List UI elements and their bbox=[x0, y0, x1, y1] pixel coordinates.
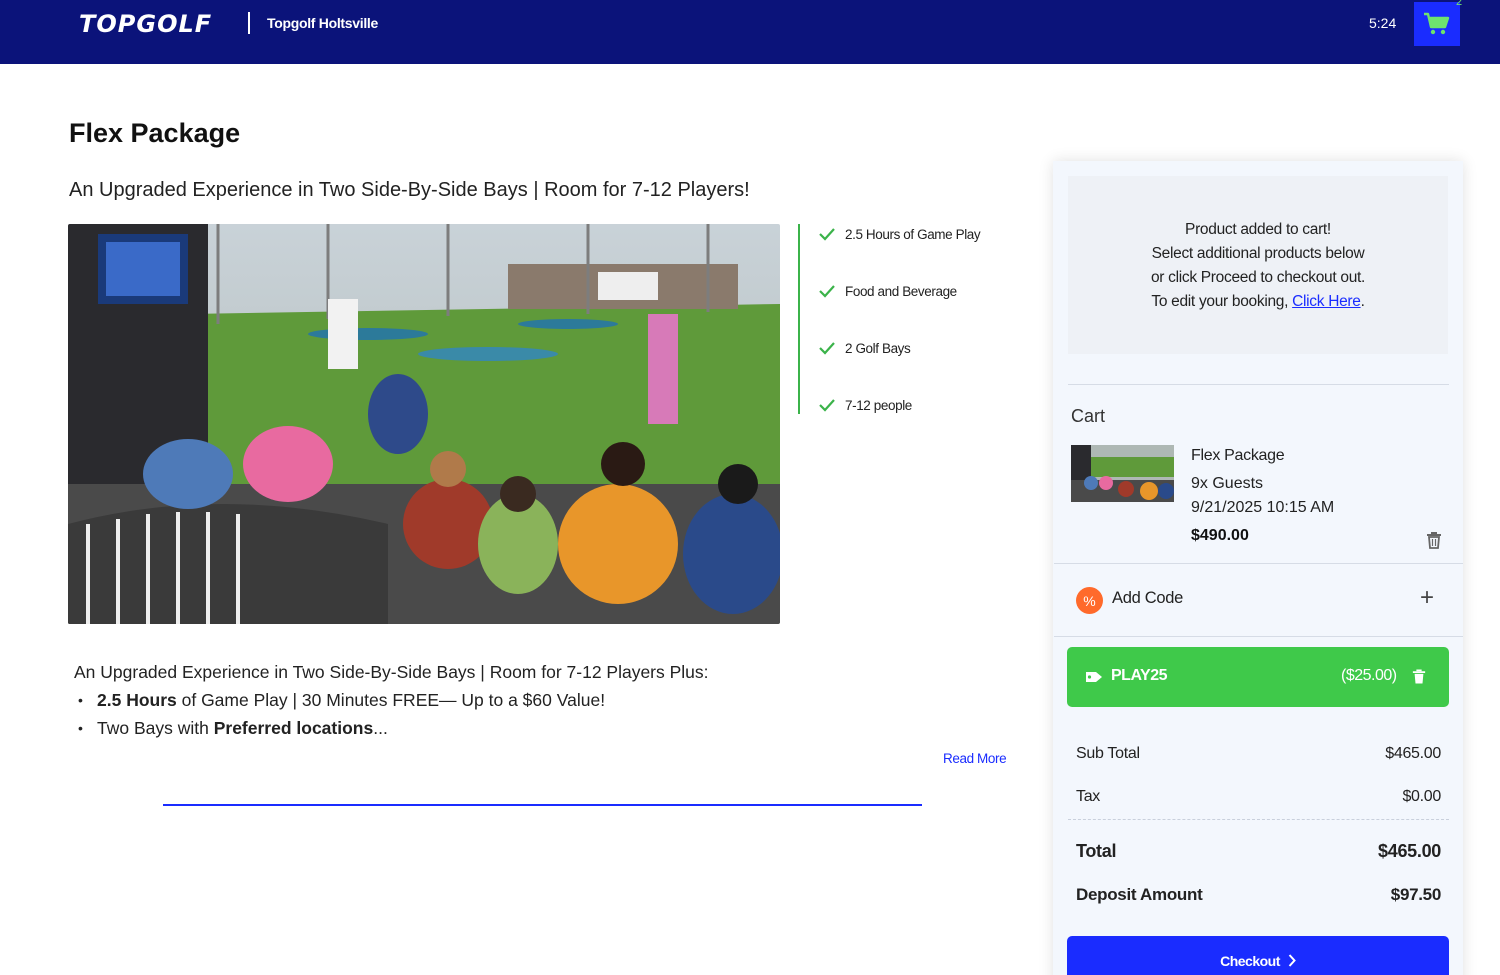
divider bbox=[1054, 636, 1463, 637]
feature-item: Food and Beverage bbox=[818, 281, 957, 301]
add-code-plus-icon[interactable]: + bbox=[1420, 586, 1434, 610]
venue-name: Topgolf Holtsville bbox=[267, 15, 379, 31]
feature-label: 7-12 people bbox=[845, 397, 912, 413]
bullet-bold-text: Preferred locations bbox=[213, 718, 374, 738]
feature-label: Food and Beverage bbox=[845, 283, 957, 299]
edit-booking-link[interactable]: Click Here bbox=[1292, 293, 1361, 310]
divider bbox=[1054, 563, 1463, 564]
feature-item: 7-12 people bbox=[818, 395, 912, 415]
total-label: Total bbox=[1076, 841, 1117, 861]
deposit-label: Deposit Amount bbox=[1076, 885, 1203, 904]
cart-item-thumbnail bbox=[1071, 445, 1174, 502]
promo-code-label: PLAY25 bbox=[1111, 667, 1168, 684]
deposit-row: Deposit Amount $97.50 bbox=[1076, 885, 1441, 905]
checkout-button[interactable]: Checkout bbox=[1067, 936, 1449, 975]
notice-line: Product added to cart! bbox=[1185, 221, 1331, 238]
subtotal-label: Sub Total bbox=[1076, 745, 1140, 762]
shopping-cart-icon bbox=[1424, 12, 1450, 35]
description-bullets: 2.5 Hours of Game Play | 30 Minutes FREE… bbox=[74, 689, 974, 745]
subtotal-row: Sub Total $465.00 bbox=[1076, 745, 1441, 763]
dashed-divider bbox=[1068, 819, 1449, 820]
bullet-ellipsis: ... bbox=[373, 718, 388, 738]
topgolf-logo[interactable]: TOPGOLF bbox=[79, 10, 212, 38]
cart-item-name: Flex Package bbox=[1191, 447, 1285, 464]
description-bullet: Two Bays with Preferred locations... bbox=[74, 717, 974, 745]
feature-label: 2.5 Hours of Game Play bbox=[845, 226, 981, 242]
section-divider bbox=[163, 804, 922, 806]
product-description: An Upgraded Experience in Two Side-By-Si… bbox=[74, 661, 974, 745]
deposit-value: $97.50 bbox=[1390, 885, 1442, 904]
cart-item-price: $490.00 bbox=[1191, 527, 1249, 544]
read-more-link[interactable]: Read More bbox=[943, 751, 1007, 766]
chevron-right-icon bbox=[1288, 954, 1296, 967]
add-code-label[interactable]: Add Code bbox=[1112, 589, 1183, 608]
subtotal-value: $465.00 bbox=[1385, 745, 1441, 762]
product-subtitle: An Upgraded Experience in Two Side-By-Si… bbox=[69, 179, 750, 201]
cart-item-datetime: 9/21/2025 10:15 AM bbox=[1191, 499, 1335, 516]
feature-label: 2 Golf Bays bbox=[845, 340, 911, 356]
notice-line: Select additional products below bbox=[1151, 245, 1365, 262]
trash-icon bbox=[1427, 532, 1441, 549]
check-icon bbox=[819, 342, 835, 355]
header-divider bbox=[248, 12, 250, 34]
description-intro: An Upgraded Experience in Two Side-By-Si… bbox=[74, 662, 709, 682]
tax-value: $0.00 bbox=[1402, 788, 1441, 805]
page-title: Flex Package bbox=[69, 118, 241, 148]
notice-period: . bbox=[1360, 293, 1365, 310]
cart-heading: Cart bbox=[1071, 406, 1106, 426]
trash-icon[interactable] bbox=[1412, 668, 1426, 685]
bullet-text: Two Bays with bbox=[97, 718, 214, 738]
percent-icon: % bbox=[1076, 587, 1103, 614]
cart-count-badge: 2 bbox=[1456, 0, 1463, 8]
cart-item-guests: 9x Guests bbox=[1191, 475, 1264, 492]
checkout-label: Checkout bbox=[1220, 953, 1280, 969]
tax-label: Tax bbox=[1076, 788, 1100, 805]
top-navigation-bar: TOPGOLF Topgolf Holtsville 5:24 2 bbox=[0, 0, 1500, 64]
product-hero-image bbox=[68, 224, 780, 624]
total-row: Total $465.00 bbox=[1076, 841, 1441, 862]
notice-line: or click Proceed to checkout out. bbox=[1150, 269, 1366, 286]
check-icon bbox=[819, 285, 835, 298]
applied-promo-code: PLAY25 ($25.00) bbox=[1067, 647, 1449, 707]
promo-discount-amount: ($25.00) bbox=[1341, 667, 1397, 684]
notice-text: To edit your booking, bbox=[1151, 293, 1293, 310]
session-timer: 5:24 bbox=[1369, 15, 1397, 31]
feature-item: 2.5 Hours of Game Play bbox=[818, 224, 981, 244]
cart-notice: Product added to cart! Select additional… bbox=[1068, 176, 1448, 354]
notice-line: To edit your booking, Click Here. bbox=[1068, 290, 1448, 314]
check-icon bbox=[819, 399, 835, 412]
description-bullet: 2.5 Hours of Game Play | 30 Minutes FREE… bbox=[74, 689, 974, 717]
bullet-bold-text: 2.5 Hours bbox=[97, 690, 177, 710]
divider bbox=[1068, 384, 1449, 385]
remove-item-button[interactable] bbox=[1426, 531, 1442, 554]
total-value: $465.00 bbox=[1378, 841, 1441, 861]
cart-button[interactable] bbox=[1414, 2, 1460, 46]
check-icon bbox=[819, 228, 835, 241]
tag-icon bbox=[1086, 672, 1102, 682]
feature-list: 2.5 Hours of Game Play Food and Beverage… bbox=[798, 224, 1018, 414]
feature-item: 2 Golf Bays bbox=[818, 338, 911, 358]
bullet-text: of Game Play | 30 Minutes FREE— Up to a … bbox=[176, 690, 606, 710]
tax-row: Tax $0.00 bbox=[1076, 788, 1441, 806]
